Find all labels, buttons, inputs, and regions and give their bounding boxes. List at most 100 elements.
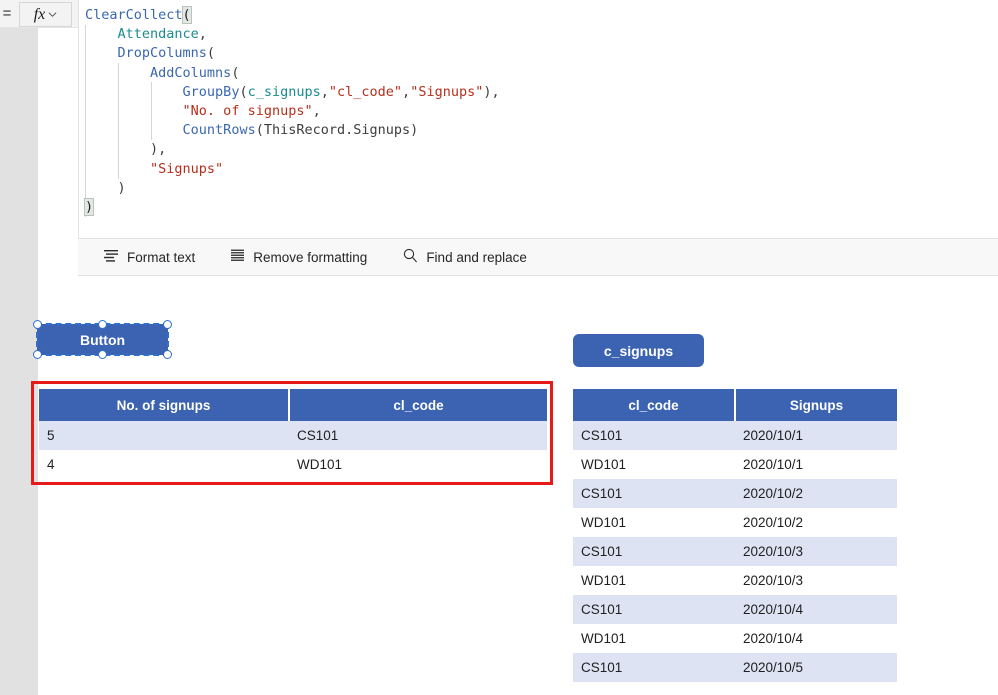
code-token: "Signups" (150, 160, 224, 177)
code-line: ClearCollect( (85, 6, 500, 25)
code-token: c_signups (247, 83, 321, 100)
format-text-label: Format text (127, 249, 196, 265)
code-token: ( (181, 6, 192, 24)
code-token: , (198, 26, 207, 43)
table-cell: 2020/10/4 (735, 595, 897, 624)
code-token: ), (85, 141, 167, 158)
table-cell: 2020/10/4 (735, 624, 897, 653)
table-cell: WD101 (289, 450, 547, 479)
code-token: ), (483, 83, 500, 100)
code-token: Attendance (117, 26, 199, 43)
search-icon (403, 248, 418, 266)
table-row[interactable]: 5 CS101 (39, 421, 547, 450)
code-line: ) (85, 179, 500, 198)
table-cell: 2020/10/2 (735, 508, 897, 537)
find-and-replace-button[interactable]: Find and replace (391, 239, 539, 275)
table-header-row: No. of signups cl_code (39, 389, 547, 421)
code-token: DropColumns (117, 45, 207, 62)
code-line: AddColumns( (85, 64, 500, 83)
button-control-selection[interactable]: Button (33, 320, 172, 359)
table-cell: WD101 (573, 450, 735, 479)
code-token: GroupBy (182, 83, 240, 100)
table-row[interactable]: CS101 2020/10/3 (573, 537, 897, 566)
table-cell: 5 (39, 421, 289, 450)
table-row[interactable]: WD101 2020/10/1 (573, 450, 897, 479)
code-token: ClearCollect (85, 7, 183, 23)
table-cell: 2020/10/2 (735, 479, 897, 508)
chevron-down-icon (48, 6, 57, 24)
code-token: AddColumns (150, 64, 232, 81)
table-cell: CS101 (573, 421, 735, 450)
fx-function-button[interactable]: fx (19, 2, 72, 27)
table-cell: 4 (39, 450, 289, 479)
resize-handle-bottom-right[interactable] (163, 350, 172, 359)
canvas-gutter-top (0, 28, 38, 88)
table-cell: 2020/10/1 (735, 450, 897, 479)
code-token: "Signups" (410, 83, 484, 100)
column-header-no-of-signups[interactable]: No. of signups (39, 389, 290, 421)
code-line: ) (83, 197, 500, 217)
column-header-cl-code[interactable]: cl_code (289, 389, 547, 421)
code-token: ) (83, 197, 95, 216)
column-header-cl-code[interactable]: cl_code (573, 389, 736, 421)
resize-handle-top-center[interactable] (98, 320, 107, 329)
code-token: , (312, 102, 321, 119)
resize-handle-bottom-center[interactable] (98, 350, 107, 359)
table-cell: CS101 (573, 479, 735, 508)
table-cell: WD101 (573, 508, 735, 537)
code-line: Attendance, (85, 25, 500, 44)
table-cell: CS101 (573, 537, 735, 566)
format-text-button[interactable]: Format text (92, 239, 207, 275)
table-cell: 2020/10/3 (735, 537, 897, 566)
code-token: "No. of signups" (182, 102, 313, 119)
table-row[interactable]: WD101 2020/10/3 (573, 566, 897, 595)
table-row[interactable]: WD101 2020/10/4 (573, 624, 897, 653)
find-and-replace-label: Find and replace (426, 249, 527, 265)
remove-formatting-button[interactable]: Remove formatting (219, 239, 379, 275)
table-cell: WD101 (573, 566, 735, 595)
table-row[interactable]: CS101 2020/10/1 (573, 421, 897, 450)
table-row[interactable]: CS101 2020/10/4 (573, 595, 897, 624)
code-line: "Signups" (85, 160, 500, 179)
table-row[interactable]: CS101 2020/10/2 (573, 479, 897, 508)
code-token: , (402, 83, 411, 100)
table-cell: CS101 (289, 421, 547, 450)
table-cell: WD101 (573, 624, 735, 653)
table-cell: CS101 (573, 595, 735, 624)
table-row[interactable]: WD101 2020/10/2 (573, 508, 897, 537)
remove-formatting-icon (231, 249, 245, 265)
formula-editor-toolbar: Format text Remove formatting Find and r… (78, 238, 998, 276)
table-header-row: cl_code Signups (573, 389, 897, 421)
format-text-icon (104, 249, 119, 265)
app-root: = fx ClearCollect( Attendance, DropColum… (0, 0, 998, 695)
table-row[interactable]: CS101 2020/10/5 (573, 653, 897, 682)
attendance-data-table[interactable]: No. of signups cl_code 5 CS101 4 WD101 (39, 389, 547, 479)
code-token: ( (206, 45, 216, 62)
equals-sign: = (2, 6, 12, 22)
code-token: , (320, 83, 329, 100)
resize-handle-top-right[interactable] (163, 320, 172, 329)
resize-handle-bottom-left[interactable] (33, 350, 42, 359)
code-line: ), (85, 140, 500, 159)
fx-label: fx (33, 5, 46, 23)
remove-formatting-label: Remove formatting (253, 249, 368, 265)
resize-handle-top-left[interactable] (33, 320, 42, 329)
table-cell: 2020/10/5 (735, 653, 897, 682)
code-line: GroupBy(c_signups,"cl_code","Signups"), (85, 83, 500, 102)
code-token: ) (85, 179, 126, 196)
table-cell: 2020/10/3 (735, 566, 897, 595)
code-line: DropColumns( (85, 44, 500, 63)
code-line: CountRows(ThisRecord.Signups) (85, 121, 500, 140)
column-header-signups[interactable]: Signups (735, 389, 897, 421)
c-signups-button[interactable]: c_signups (573, 334, 704, 367)
table-row[interactable]: 4 WD101 (39, 450, 547, 479)
c-signups-data-table[interactable]: cl_code Signups CS101 2020/10/1 WD101 2020/… (573, 389, 897, 682)
formula-editor[interactable]: ClearCollect( Attendance, DropColumns( A… (78, 0, 998, 238)
formula-code[interactable]: ClearCollect( Attendance, DropColumns( A… (83, 6, 500, 217)
